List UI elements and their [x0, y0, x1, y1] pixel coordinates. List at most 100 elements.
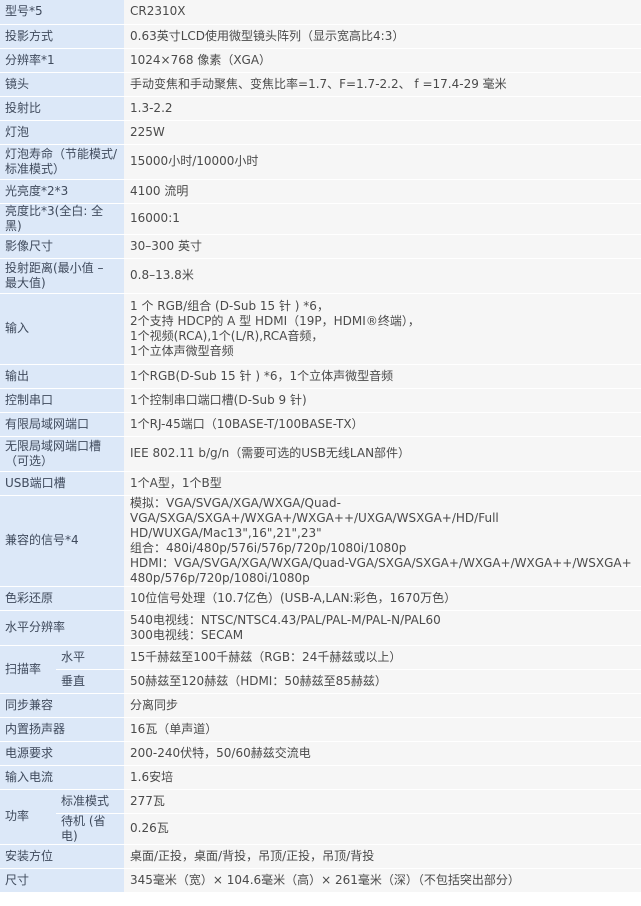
spec-value-line: 组合：480i/480p/576i/576p/720p/1080i/1080p — [130, 540, 407, 555]
spec-value: 345毫米（宽）× 104.6毫米（高）× 261毫米（深）（不包括突出部分） — [124, 868, 641, 893]
spec-value: 1个RJ-45端口（10BASE-T/100BASE-TX） — [124, 412, 641, 437]
spec-value: 4100 流明 — [124, 179, 641, 204]
spec-label: 同步兼容 — [0, 693, 125, 718]
spec-label: 投射比 — [0, 96, 125, 121]
spec-label: 分辨率*1 — [0, 48, 125, 73]
spec-row: 无限局域网端口槽（可选） IEE 802.11 b/g/n（需要可选的USB无线L… — [0, 436, 641, 472]
spec-value-line: 4100 流明 — [130, 183, 189, 198]
spec-row: 光亮度*2*3 4100 流明 — [0, 179, 641, 204]
spec-value-line: 1个视频(RCA),1个(L/R),RCA音频， — [130, 328, 324, 343]
spec-label: 兼容的信号*4 — [0, 495, 125, 587]
scan-rate-sublabel: 水平 — [56, 645, 125, 670]
spec-label: 输入电流 — [0, 765, 125, 790]
spec-value: 1024×768 像素（XGA） — [124, 48, 641, 73]
spec-row: 输入电流 1.6安培 — [0, 765, 641, 790]
spec-label: 控制串口 — [0, 388, 125, 413]
spec-value-line: 1.3-2.2 — [130, 100, 173, 115]
spec-label: 色彩还原 — [0, 586, 125, 611]
spec-label: 安装方位 — [0, 844, 125, 869]
spec-value: 16瓦（单声道） — [124, 717, 641, 742]
power-label: 功率 — [0, 789, 56, 845]
spec-value: 15000小时/10000小时 — [124, 144, 641, 180]
scan-rate-row: 扫描率 水平 15千赫兹至100千赫兹（RGB：24千赫兹或以上） — [0, 645, 641, 694]
spec-label: 内置扬声器 — [0, 717, 125, 742]
spec-value-line: 1个控制串口端口槽(D-Sub 9 针) — [130, 392, 307, 407]
spec-value-line: CR2310X — [130, 4, 186, 19]
power-sublabel: 待机 (省电) — [56, 813, 125, 845]
power-value: 0.26瓦 — [124, 813, 641, 845]
spec-row: 水平分辨率 540电视线：NTSC/NTSC4.43/PAL/PAL-M/PAL-… — [0, 610, 641, 646]
spec-label: 输出 — [0, 364, 125, 389]
spec-value-line: 345毫米（宽）× 104.6毫米（高）× 261毫米（深）（不包括突出部分） — [130, 872, 520, 887]
spec-value-line: 0.8–13.8米 — [130, 268, 194, 282]
spec-value-line: 30–300 英寸 — [130, 238, 203, 253]
spec-label: 有限局域网端口 — [0, 412, 125, 437]
spec-label: 亮度比*3(全白: 全黑) — [0, 203, 125, 235]
spec-value: IEE 802.11 b/g/n（需要可选的USB无线LAN部件） — [124, 436, 641, 472]
spec-value-line: VGA/SXGA/SXGA+/WXGA+/WXGA++/UXGA/WSXGA+/… — [130, 510, 499, 525]
spec-value: 1个RGB(D-Sub 15 针 ) *6，1个立体声微型音频 — [124, 364, 641, 389]
spec-row: 灯泡 225W — [0, 120, 641, 145]
spec-label: 尺寸 — [0, 868, 125, 893]
spec-value: 1.6安培 — [124, 765, 641, 790]
spec-row: 控制串口 1个控制串口端口槽(D-Sub 9 针) — [0, 388, 641, 413]
spec-row: 镜头 手动变焦和手动聚焦、变焦比率=1.7、F=1.7-2.2、 f =17.4-… — [0, 72, 641, 97]
spec-value: 200-240伏特，50/60赫兹交流电 — [124, 741, 641, 766]
spec-value: 1.3-2.2 — [124, 96, 641, 121]
spec-value-line: 0.63英寸LCD使用微型镜头阵列（显示宽高比4:3） — [130, 28, 405, 43]
spec-value-line: HDMI：VGA/SVGA/XGA/WXGA/Quad-VGA/SXGA/SXG… — [130, 555, 632, 570]
power-value: 277瓦 — [124, 789, 641, 814]
spec-label: 电源要求 — [0, 741, 125, 766]
scan-rate-label: 扫描率 — [0, 645, 56, 694]
spec-value-line: HD/WUXGA/Mac13",16",21",23" — [130, 525, 322, 540]
spec-value: 模拟：VGA/SVGA/XGA/WXGA/Quad- VGA/SXGA/SXGA+… — [124, 495, 641, 587]
spec-label: 镜头 — [0, 72, 125, 97]
power-row: 待机 (省电) 0.26瓦 — [0, 813, 641, 845]
spec-label: 无限局域网端口槽（可选） — [0, 436, 125, 472]
spec-row: 有限局域网端口 1个RJ-45端口（10BASE-T/100BASE-TX） — [0, 412, 641, 437]
spec-label: 影像尺寸 — [0, 234, 125, 259]
spec-value-line: 2个支持 HDCP的 A 型 HDMI（19P，HDMI®终端）， — [130, 313, 420, 328]
spec-label: 输入 — [0, 293, 125, 365]
spec-row: 投射比 1.3-2.2 — [0, 96, 641, 121]
spec-value-line: 模拟：VGA/SVGA/XGA/WXGA/Quad- — [130, 495, 341, 510]
spec-row: 影像尺寸 30–300 英寸 — [0, 234, 641, 259]
spec-value-line: 10位信号处理（10.7亿色）(USB-A,LAN:彩色，1670万色） — [130, 590, 457, 605]
spec-value-line: 225W — [130, 124, 165, 139]
spec-value: 30–300 英寸 — [124, 234, 641, 259]
spec-row: 色彩还原 10位信号处理（10.7亿色）(USB-A,LAN:彩色，1670万色） — [0, 586, 641, 611]
spec-row: 尺寸 345毫米（宽）× 104.6毫米（高）× 261毫米（深）（不包括突出部分… — [0, 868, 641, 893]
spec-row: 灯泡寿命（节能模式/标准模式） 15000小时/10000小时 — [0, 144, 641, 180]
scan-rate-value: 15千赫兹至100千赫兹（RGB：24千赫兹或以上） — [124, 645, 641, 670]
spec-value: 0.63英寸LCD使用微型镜头阵列（显示宽高比4:3） — [124, 24, 641, 49]
spec-value-line: 15千赫兹至100千赫兹（RGB：24千赫兹或以上） — [130, 649, 402, 664]
spec-value-line: 1个立体声微型音频 — [130, 343, 234, 358]
spec-row: 安装方位 桌面/正投，桌面/背投，吊顶/正投，吊顶/背投 — [0, 844, 641, 869]
spec-row: 型号*5 CR2310X — [0, 0, 641, 25]
spec-label: 投影方式 — [0, 24, 125, 49]
spec-row: 同步兼容 分离同步 — [0, 693, 641, 718]
spec-value-line: 200-240伏特，50/60赫兹交流电 — [130, 745, 311, 760]
spec-value-line: 1个RJ-45端口（10BASE-T/100BASE-TX） — [130, 416, 364, 431]
spec-value-line: 1个RGB(D-Sub 15 针 ) *6，1个立体声微型音频 — [130, 368, 394, 383]
spec-label: 光亮度*2*3 — [0, 179, 125, 204]
spec-row: 分辨率*1 1024×768 像素（XGA） — [0, 48, 641, 73]
spec-value: 540电视线：NTSC/NTSC4.43/PAL/PAL-M/PAL-N/PAL… — [124, 610, 641, 646]
spec-value-line: 480p/576p/720p/1080i/1080p — [130, 570, 310, 585]
spec-value: CR2310X — [124, 0, 641, 25]
spec-row: 输出 1个RGB(D-Sub 15 针 ) *6，1个立体声微型音频 — [0, 364, 641, 389]
spec-value: 225W — [124, 120, 641, 145]
spec-label: 型号*5 — [0, 0, 125, 25]
spec-value: 10位信号处理（10.7亿色）(USB-A,LAN:彩色，1670万色） — [124, 586, 641, 611]
spec-row: 内置扬声器 16瓦（单声道） — [0, 717, 641, 742]
spec-value-line: 分离同步 — [130, 697, 179, 712]
scan-rate-row: 垂直 50赫兹至120赫兹（HDMI：50赫兹至85赫兹） — [0, 669, 641, 694]
spec-value: 分离同步 — [124, 693, 641, 718]
spec-row: USB端口槽 1个A型，1个B型 — [0, 471, 641, 496]
spec-value-line: 1024×768 像素（XGA） — [130, 52, 272, 67]
spec-value: 1个A型，1个B型 — [124, 471, 641, 496]
scan-rate-value: 50赫兹至120赫兹（HDMI：50赫兹至85赫兹） — [124, 669, 641, 694]
spec-label: 水平分辨率 — [0, 610, 125, 646]
spec-value-line: 1 个 RGB/组合 (D-Sub 15 针 ) *6， — [130, 298, 329, 313]
power-row: 功率 标准模式 277瓦 — [0, 789, 641, 845]
